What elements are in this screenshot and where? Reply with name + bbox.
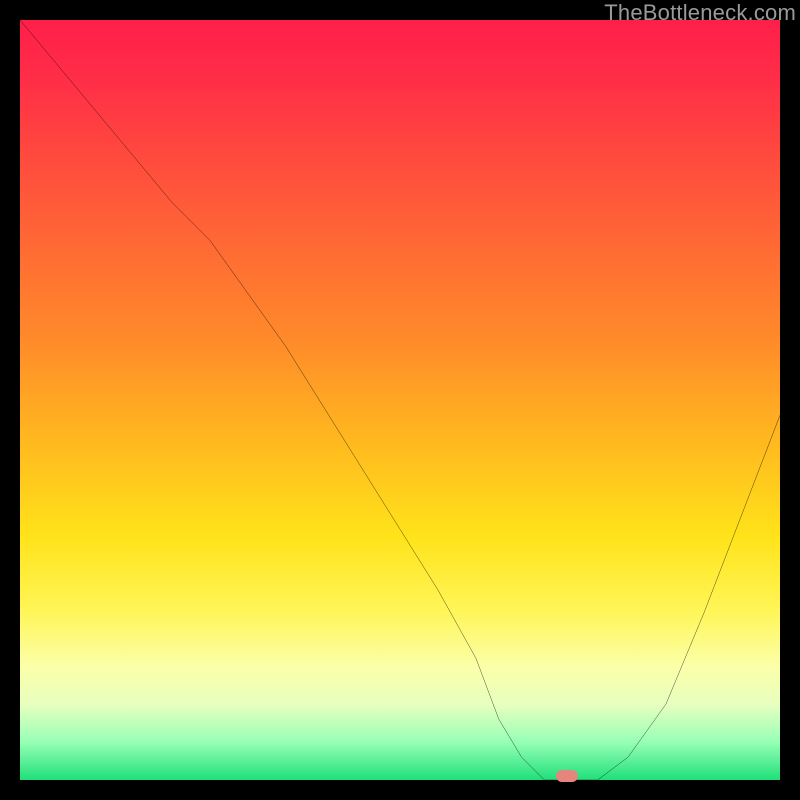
curve-path [20, 20, 780, 780]
watermark-text: TheBottleneck.com [604, 0, 796, 26]
bottleneck-curve [20, 20, 780, 780]
plot-area [20, 20, 780, 780]
optimal-point-marker [556, 770, 578, 782]
chart-frame: TheBottleneck.com [0, 0, 800, 800]
